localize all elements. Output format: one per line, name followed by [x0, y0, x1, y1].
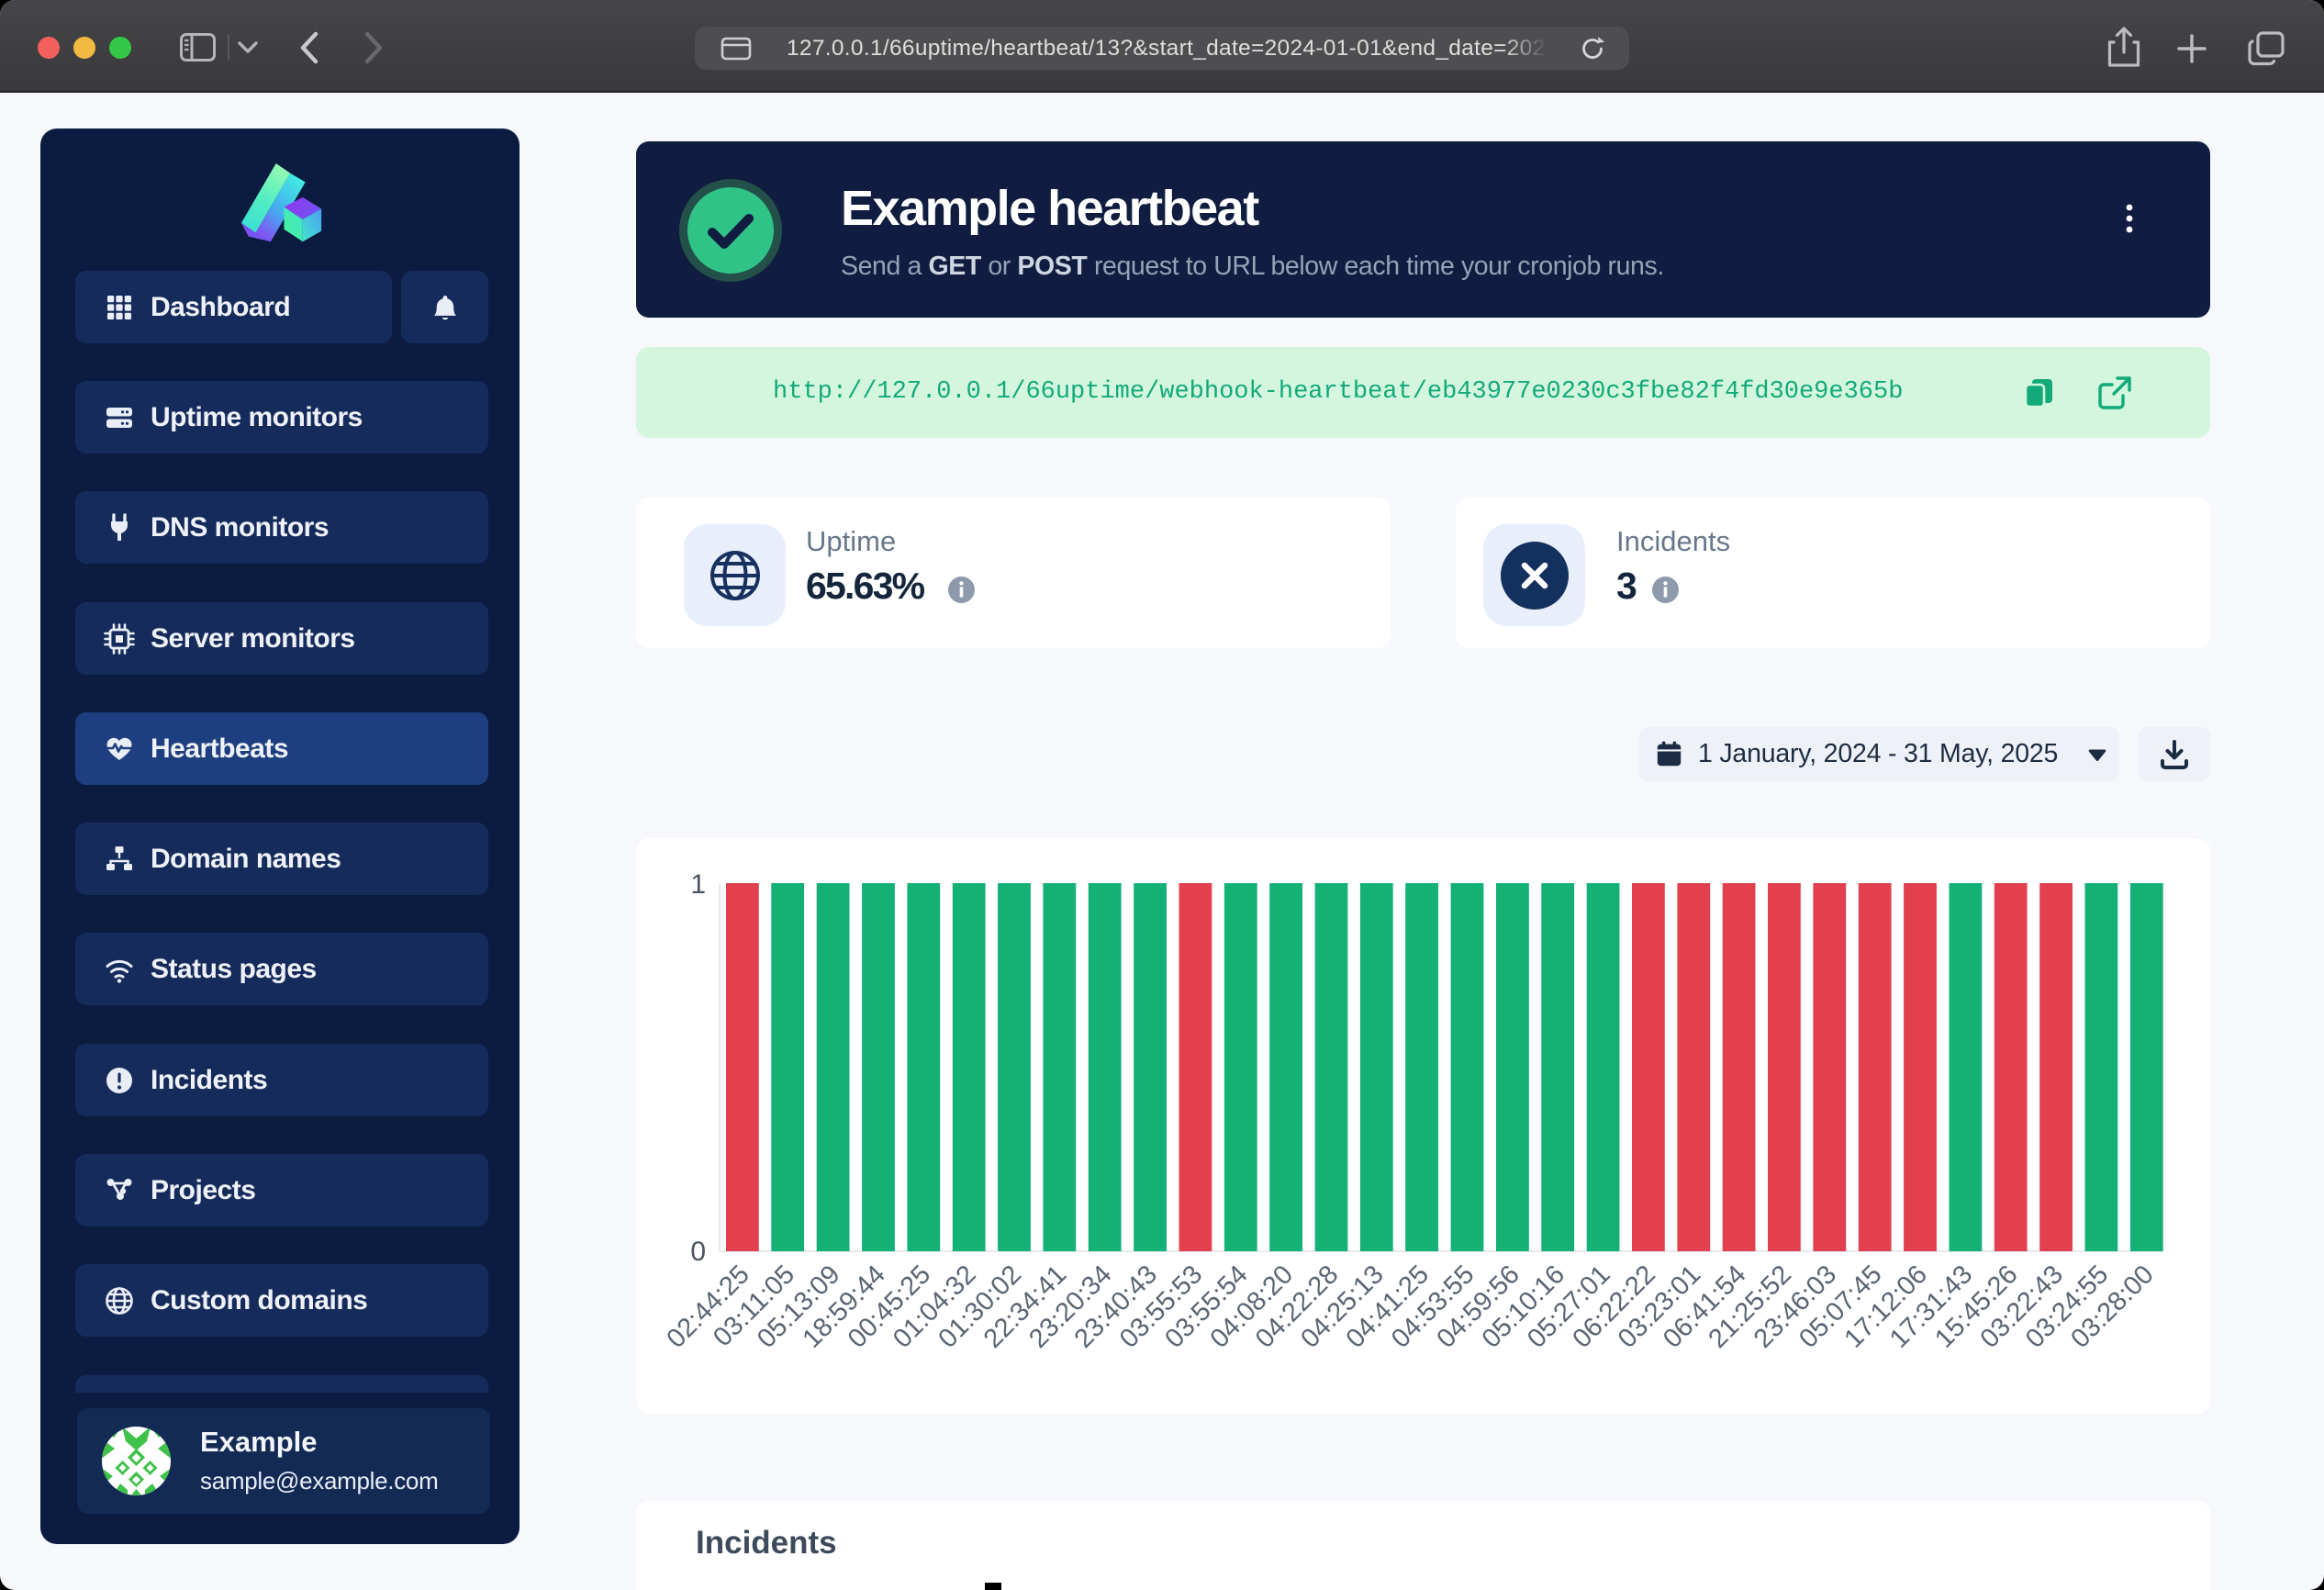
svg-text:0: 0 [690, 1237, 706, 1267]
svg-text:1: 1 [690, 869, 706, 900]
